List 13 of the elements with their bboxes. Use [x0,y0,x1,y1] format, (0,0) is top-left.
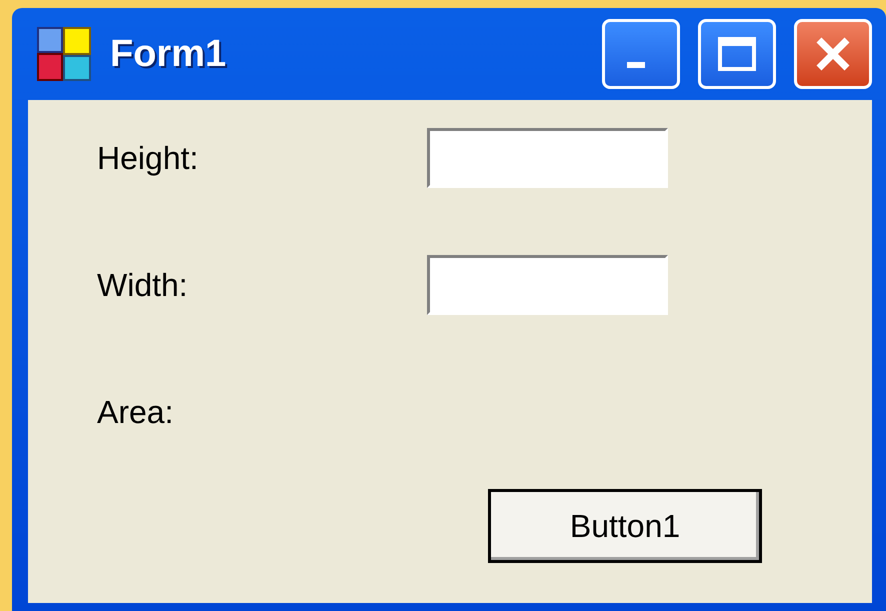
button1[interactable]: Button1 [488,489,762,563]
minimize-icon [627,62,645,68]
close-button[interactable] [794,19,872,89]
window-title: Form1 [110,32,228,76]
text-field[interactable] [427,128,668,188]
maximize-button[interactable] [698,19,776,89]
minimize-button[interactable] [602,19,680,89]
app-icon [36,26,92,82]
field-label: Width: [97,266,189,305]
area-label: Area: [97,393,174,432]
field-label: Height: [97,139,200,178]
maximize-icon [717,36,757,72]
text-field[interactable] [427,255,668,315]
